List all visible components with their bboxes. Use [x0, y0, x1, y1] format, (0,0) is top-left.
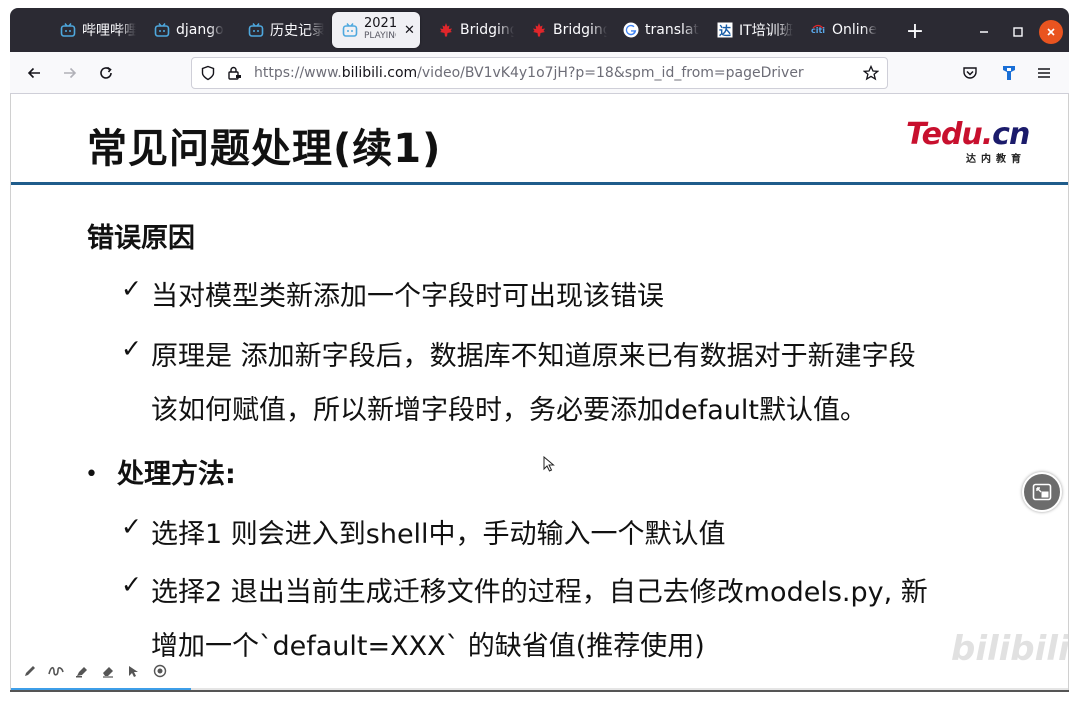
window-bottom-edge [10, 690, 1069, 692]
hamburger-menu-icon [1038, 68, 1050, 78]
arrow-left-icon [27, 67, 40, 79]
slide-title: 常见问题处理(续1) [87, 126, 442, 172]
url-text[interactable]: https://www.bilibili.com/video/BV1vK4y1o… [254, 65, 804, 81]
new-tab-button[interactable]: + [900, 16, 930, 46]
tab-translate[interactable]: translate [613, 12, 699, 48]
bilibili-tv-icon [154, 22, 170, 38]
url-domain: bilibili.com [341, 65, 418, 81]
tab-bridging-1[interactable]: Bridging [428, 12, 514, 48]
freehand-icon[interactable] [47, 662, 65, 680]
tab-label: 哔哩哔哩 [82, 23, 136, 39]
method-item-1: 选择1 则会进入到shell中，手动输入一个默认值 [151, 519, 726, 550]
bullet-icon: • [85, 462, 98, 487]
section-heading-reasons: 错误原因 [87, 223, 195, 254]
logo-cn-text: cn [992, 117, 1030, 152]
navigation-toolbar: https://www.bilibili.com/video/BV1vK4y1o… [10, 52, 1069, 94]
tab-current-video[interactable]: 2021 PLAYING ✕ [332, 12, 420, 48]
logo-main-text: Tedu. [906, 117, 993, 152]
record-icon[interactable] [151, 662, 169, 680]
tab-history[interactable]: 历史记录 [238, 12, 324, 48]
title-divider [11, 182, 1068, 185]
maximize-button[interactable] [1006, 20, 1030, 44]
maple-leaf-icon [438, 22, 454, 38]
method-item-2-line-1: 选择2 退出当前生成迁移文件的过程，自己去修改models.py, 新 [151, 577, 928, 608]
tab-label: Online [832, 22, 878, 38]
check-icon: ✓ [121, 570, 142, 599]
bookmark-star-icon[interactable] [862, 64, 880, 85]
mouse-cursor-icon [543, 455, 555, 476]
shield-icon[interactable] [200, 65, 216, 85]
close-icon [1047, 28, 1055, 36]
back-button[interactable] [20, 59, 48, 87]
url-path: /video/BV1vK4y1o7jH?p=18&spm_id_from=pag… [417, 65, 804, 81]
minimize-button[interactable] [972, 20, 996, 44]
extension-button[interactable] [995, 59, 1023, 87]
arrow-right-icon [64, 67, 77, 79]
tab-online[interactable]: citi Online [800, 12, 886, 48]
logo-wordmark: Tedu.cn [906, 120, 1036, 150]
eraser-icon[interactable] [99, 662, 117, 680]
video-player[interactable]: 常见问题处理(续1) Tedu.cn 达内教育 错误原因 ✓ 当对模型类新添加一… [10, 94, 1069, 692]
tab-strip: 哔哩哔哩 django 历史记录 2021 PLAYING ✕ Bridging… [10, 8, 1069, 52]
pocket-icon [963, 67, 977, 79]
check-icon: ✓ [121, 274, 142, 303]
tab-label: 2021 [364, 17, 396, 30]
section-heading-methods: 处理方法: [117, 459, 236, 490]
tedu-logo: Tedu.cn 达内教育 [906, 120, 1036, 166]
minimize-icon [980, 31, 988, 33]
method-item-2-line-2: 增加一个`default=XXX` 的缺省值(推荐使用) [151, 631, 705, 662]
extension-shield-icon [1003, 66, 1015, 80]
tab-bilibili-home[interactable]: 哔哩哔哩 [50, 12, 136, 48]
forward-button[interactable] [56, 59, 84, 87]
tab-playing-label: PLAYING [364, 31, 396, 41]
tab-title-stack: 2021 PLAYING [364, 17, 396, 43]
reload-icon [100, 66, 112, 79]
tab-label: IT培训班 [739, 23, 793, 39]
bilibili-tv-icon [342, 22, 358, 38]
check-icon: ✓ [121, 334, 142, 363]
check-icon: ✓ [121, 512, 142, 541]
tab-it-training[interactable]: 达 IT培训班 [707, 12, 793, 48]
tab-label: Bridging [553, 22, 607, 38]
logo-subtitle: 达内教育 [966, 154, 1026, 165]
lock-icon[interactable] [226, 65, 242, 85]
bilibili-watermark: bilibili [951, 629, 1069, 669]
tab-django[interactable]: django [144, 12, 230, 48]
url-prefix: https://www. [254, 65, 342, 81]
tab-label: 历史记录 [270, 23, 324, 39]
tab-label: translate [645, 22, 699, 38]
bilibili-tv-icon [60, 22, 76, 38]
close-icon[interactable]: ✕ [404, 23, 415, 38]
pocket-button[interactable] [956, 59, 984, 87]
address-bar[interactable]: https://www.bilibili.com/video/BV1vK4y1o… [191, 57, 888, 89]
google-g-icon [623, 22, 639, 38]
tab-label: django [176, 22, 224, 38]
reason-item-2-line-2: 该如何赋值，所以新增字段时，务必要添加default默认值。 [151, 395, 867, 426]
window-close-button[interactable] [1039, 20, 1063, 44]
maximize-icon [1013, 27, 1023, 37]
citi-icon: citi [810, 22, 826, 38]
menu-button[interactable] [1030, 59, 1058, 87]
tedu-da-icon: 达 [717, 22, 733, 38]
reason-item-1: 当对模型类新添加一个字段时可出现该错误 [151, 281, 664, 312]
svg-text:达: 达 [719, 23, 731, 38]
pointer-tool-icon[interactable] [125, 662, 143, 680]
pen-icon[interactable] [21, 662, 39, 680]
annotation-toolbar [21, 662, 169, 680]
reload-button[interactable] [92, 59, 120, 87]
reason-item-2-line-1: 原理是 添加新字段后，数据库不知道原来已有数据对于新建字段 [151, 341, 916, 372]
bilibili-tv-icon [248, 22, 264, 38]
tab-label: Bridging [460, 22, 514, 38]
highlighter-icon[interactable] [73, 662, 91, 680]
tab-bridging-2[interactable]: Bridging [521, 12, 607, 48]
pip-icon [1032, 483, 1052, 501]
picture-in-picture-button[interactable] [1022, 472, 1062, 512]
maple-leaf-icon [531, 22, 547, 38]
